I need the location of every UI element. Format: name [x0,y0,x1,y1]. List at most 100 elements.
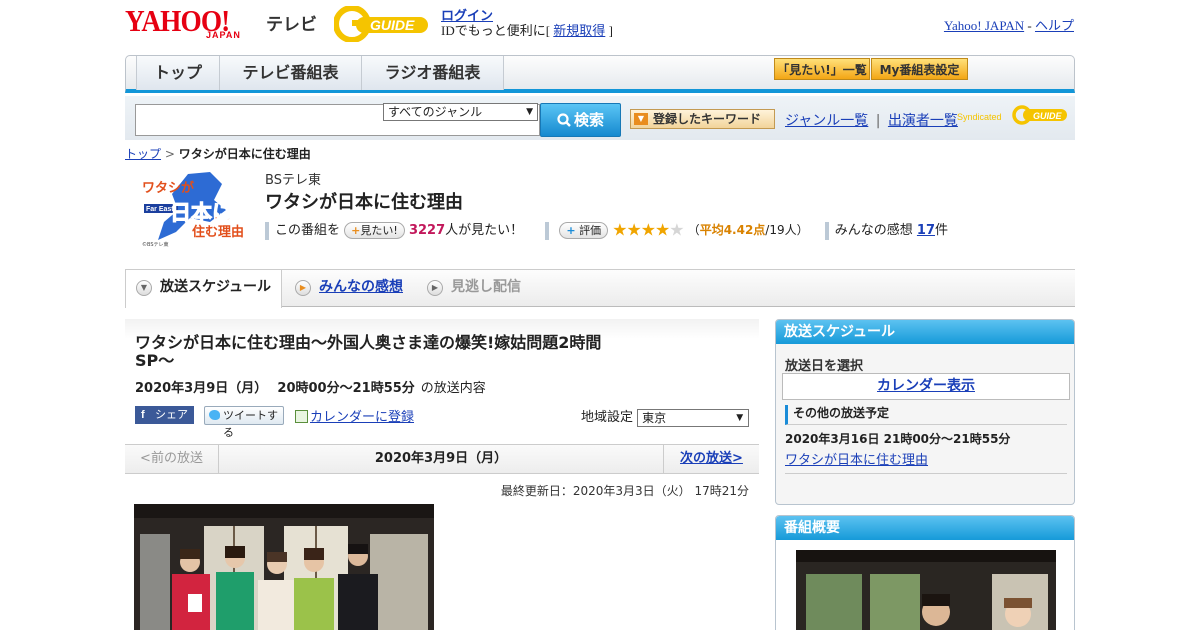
syndicated-label: Syndicated [957,112,1002,122]
facebook-icon: f [141,409,145,421]
registered-keyword-button[interactable]: ▼ 登録したキーワード [630,109,775,129]
star-icon: ★ [612,220,627,241]
login-sub-prefix: IDでもっと便利に[ [441,23,554,38]
main-nav: トップ テレビ番組表 ラジオ番組表 「見たい!」一覧 My番組表設定 [125,55,1075,93]
svg-text:ワタシが: ワタシが [142,180,194,196]
meta-divider [265,221,269,240]
rating-stars: ★★★★★ [612,220,684,241]
sidebar-divider [785,473,1067,474]
svg-text:GUIDE: GUIDE [370,17,415,33]
help-link[interactable]: ヘルプ [1035,18,1074,33]
subtab-catchup[interactable]: ▶ 見逃し配信 [417,270,557,307]
facebook-share-button[interactable]: f シェア [135,406,194,424]
nav-tab-top[interactable]: トップ [136,56,220,90]
sidebar-schedule: 放送スケジュール 放送日を選択 カレンダー表示 その他の放送予定 2020年3月… [775,319,1075,505]
login-sub-text: IDでもっと便利に[ 新規取得 ] [441,20,613,39]
channel-name: BSテレ東 [265,173,321,188]
genre-list-link[interactable]: ジャンル一覧 [785,113,868,129]
region-label: 地域設定 [581,410,634,425]
avg-rating: （平均4.42点/19人） [688,223,809,237]
performer-list-link[interactable]: 出演者一覧 [888,113,958,129]
want-button-label: 見たい! [360,224,398,237]
calendar-add[interactable]: カレンダーに登録 [295,406,414,425]
breadcrumb: トップ > ワタシが日本に住む理由 [125,145,311,162]
current-broadcast-date: 2020年3月9日（月） [374,451,508,466]
calendar-display-link[interactable]: カレンダー表示 [877,378,975,394]
program-meta: この番組を +見たい! 3227人が見たい！ + 評価 ★★★★★ （平均4.4… [265,220,949,241]
breadcrumb-top[interactable]: トップ [125,147,161,161]
want-list-button[interactable]: 「見たい!」一覧 [774,58,870,80]
breadcrumb-sep: > [161,147,179,161]
episode-date: 2020年3月9日（月） [135,381,268,396]
yahoo-japan-link[interactable]: Yahoo! JAPAN [944,18,1024,33]
gguide-logo[interactable]: GUIDE [334,6,432,42]
meta-divider [545,221,550,240]
rate-button-label: 評価 [579,224,602,237]
star-icon: ★ [626,220,642,241]
subtab-schedule-label: 放送スケジュール [160,279,272,295]
subtab-schedule[interactable]: ▼ 放送スケジュール [125,270,282,308]
other-broadcast-date: 2020年3月16日 21時00分～21時55分 [785,432,1011,446]
link-divider: | [875,113,881,129]
comments-suffix: 件 [935,223,949,238]
twitter-bird-icon [209,410,220,420]
syndicated-gguide-logo: Syndicated GUIDE [957,105,1067,125]
signup-link[interactable]: 新規取得 [553,23,605,38]
overview-photo [796,550,1056,630]
calendar-icon [295,410,308,423]
plus-icon: + [351,224,361,237]
yahoo-japan-sub: JAPAN [206,30,241,40]
episode-title: ワタシが日本に住む理由～外国人奥さま達の爆笑!嫁姑問題2時間SP～ [135,333,602,370]
top-links: Yahoo! JAPAN - ヘルプ [944,15,1074,34]
search-icon [557,113,571,127]
tweet-label: ツイートする [223,409,278,439]
calendar-add-link[interactable]: カレンダーに登録 [310,410,414,425]
avg-suffix: /19人） [765,223,809,237]
program-title: ワタシが日本に住む理由 [265,192,463,213]
plus-icon: + [566,224,576,237]
other-broadcast-link[interactable]: ワタシが日本に住む理由 [785,453,928,468]
chevron-down-icon: ▼ [136,280,152,296]
search-button[interactable]: 検索 [540,103,621,137]
sidebar-overview: 番組概要 [775,515,1075,630]
sidebar-overview-title: 番組概要 [776,516,1074,540]
subtab-reviews[interactable]: ▶ みんなの感想 [285,270,413,307]
svg-text:GUIDE: GUIDE [1033,111,1063,121]
next-broadcast[interactable]: 次の放送> [663,445,759,473]
avg-prefix: （ [687,223,700,237]
breadcrumb-current: ワタシが日本に住む理由 [178,147,311,161]
chevron-right-icon: ▶ [427,280,443,296]
tweet-button[interactable]: ツイートする [204,406,284,439]
this-program-label: この番組を [275,223,341,238]
nav-tab-tv-schedule[interactable]: テレビ番組表 [220,56,362,90]
svg-text:住む理由: 住む理由 [192,224,244,240]
region-select[interactable]: 東京 [637,408,750,427]
other-broadcasts-heading: その他の放送予定 [785,405,1067,425]
program-logo-copyright: ©BSテレ東 [142,241,169,248]
nav-tab-radio-schedule[interactable]: ラジオ番組表 [362,56,504,90]
prev-broadcast: <前の放送 [125,445,219,473]
top-links-separator: - [1024,18,1035,33]
broadcast-pager: <前の放送 2020年3月9日（月） 次の放送> [125,444,759,474]
comments-label: みんなの感想 [834,223,913,238]
search-bar: すべてのジャンル 検索 ▼ 登録したキーワード ジャンル一覧 | 出演者一覧 Sy… [125,96,1075,140]
star-icon: ★ [669,220,684,241]
search-button-label: 検索 [573,111,604,129]
episode-photo [134,504,434,630]
registered-keyword-label: 登録したキーワード [653,112,762,126]
dropdown-arrow-icon: ▼ [634,113,648,125]
genre-select[interactable]: すべてのジャンル [383,103,538,121]
comments-count-link[interactable]: 17 [917,223,935,238]
search-links: ジャンル一覧 | 出演者一覧 [785,110,958,130]
tv-service-label[interactable]: テレビ [266,10,317,35]
subtab-reviews-label[interactable]: みんなの感想 [319,279,403,295]
my-schedule-button[interactable]: My番組表設定 [871,58,968,80]
rate-button[interactable]: + 評価 [559,222,609,239]
select-date-label: 放送日を選択 [785,359,864,374]
want-count: 3227 [408,223,446,238]
calendar-display-button[interactable]: カレンダー表示 [782,373,1070,400]
meta-divider [824,221,829,240]
want-button[interactable]: +見たい! [344,222,405,239]
next-broadcast-link[interactable]: 次の放送> [680,451,743,466]
avg-label: 平均4.42点 [699,223,766,237]
